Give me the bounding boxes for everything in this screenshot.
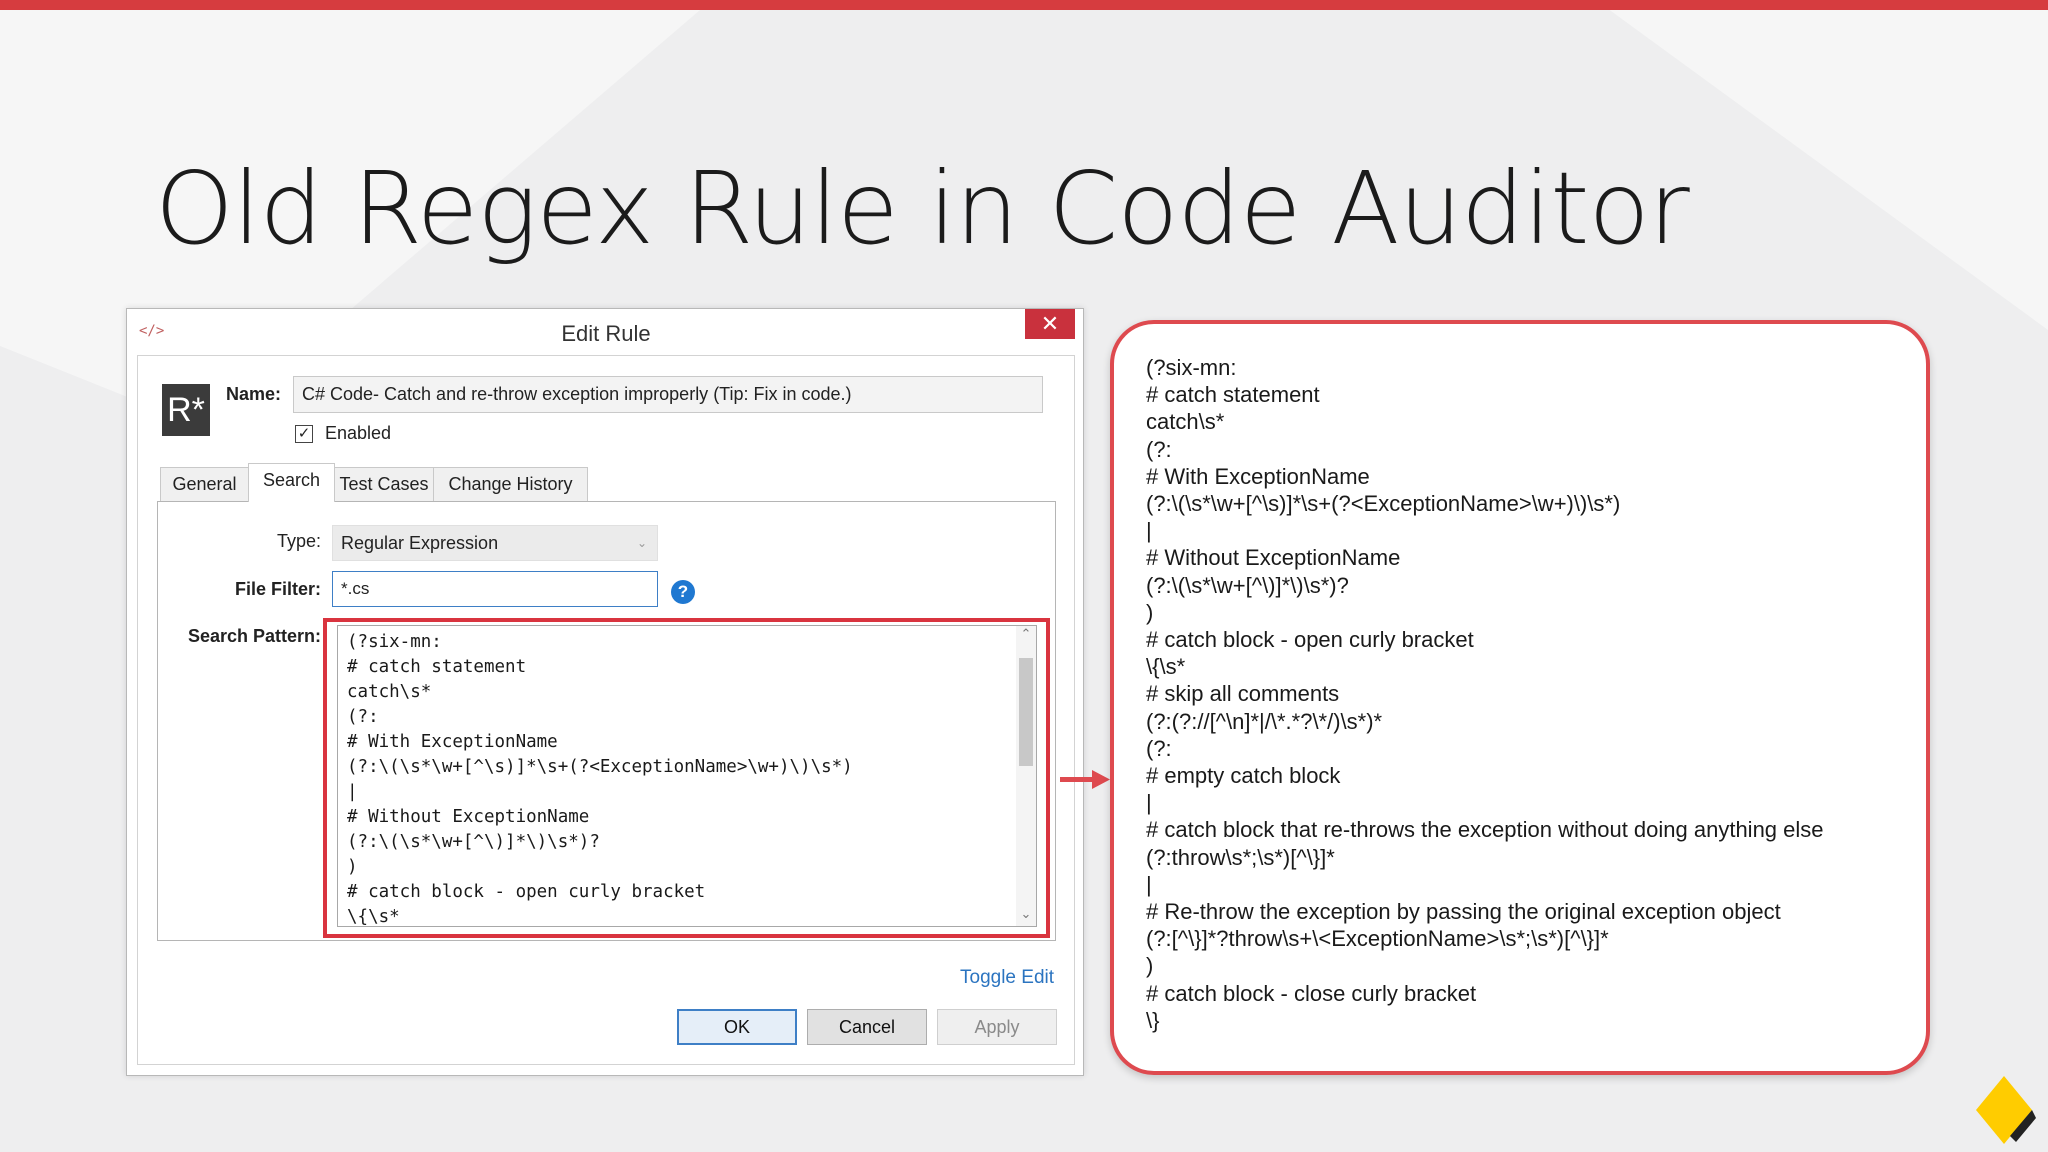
toggle-edit-link[interactable]: Toggle Edit: [960, 967, 1054, 989]
scroll-down-icon[interactable]: ⌄: [1016, 906, 1036, 922]
type-select-value: Regular Expression: [341, 533, 499, 553]
apply-button[interactable]: Apply: [937, 1009, 1057, 1045]
tab-general[interactable]: General: [160, 467, 249, 501]
type-select[interactable]: Regular Expression ⌄: [332, 525, 658, 561]
search-pattern-text: (?six-mn: # catch statement catch\s* (?:…: [347, 632, 853, 927]
cancel-button[interactable]: Cancel: [807, 1009, 927, 1045]
help-icon[interactable]: ?: [671, 580, 695, 604]
enabled-checkbox[interactable]: ✓: [295, 425, 313, 443]
brand-logo-icon: [1976, 1076, 2036, 1144]
scrollbar-thumb[interactable]: [1019, 658, 1033, 766]
search-pattern-textarea[interactable]: (?six-mn: # catch statement catch\s* (?:…: [337, 625, 1037, 927]
chevron-down-icon: ⌄: [636, 536, 647, 550]
top-accent-bar: [0, 0, 2048, 10]
scrollbar[interactable]: ⌃ ⌄: [1016, 626, 1036, 926]
search-pattern-label: Search Pattern:: [187, 626, 321, 646]
ok-button[interactable]: OK: [677, 1009, 797, 1045]
tab-test-cases[interactable]: Test Cases: [334, 467, 434, 501]
name-field[interactable]: C# Code- Catch and re-throw exception im…: [293, 376, 1043, 413]
enabled-label: Enabled: [325, 423, 392, 443]
scroll-up-icon[interactable]: ⌃: [1016, 626, 1036, 642]
tab-change-history[interactable]: Change History: [433, 467, 588, 501]
rule-logo: R*: [162, 384, 210, 436]
regex-callout: (?six-mn: # catch statement catch\s* (?:…: [1110, 320, 1930, 1075]
dialog-title: Edit Rule: [561, 321, 651, 346]
file-filter-label: File Filter:: [234, 579, 321, 599]
tab-search[interactable]: Search: [248, 463, 335, 502]
edit-rule-dialog: </> Edit Rule ✕ R* Name: C# Code- Catch …: [126, 308, 1084, 1076]
slide-title: Old Regex Rule in Code Auditor: [155, 150, 1690, 267]
type-label: Type:: [276, 531, 321, 551]
callout-regex-text: (?six-mn: # catch statement catch\s* (?:…: [1146, 355, 1824, 1033]
close-icon[interactable]: ✕: [1025, 309, 1075, 339]
name-label: Name:: [226, 384, 282, 404]
arrow-right-icon: [1060, 770, 1110, 789]
file-filter-input[interactable]: *.cs: [332, 571, 658, 607]
